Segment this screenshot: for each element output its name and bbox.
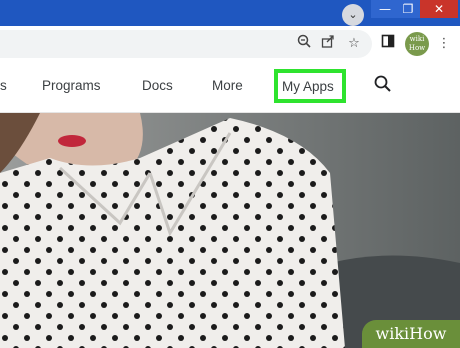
nav-item-programs[interactable]: Programs [42, 78, 101, 93]
bookmark-star-icon[interactable]: ☆ [344, 34, 364, 54]
browser-toolbar: ☆ wiki How ⋮ [0, 26, 460, 62]
profile-avatar[interactable]: wiki How [405, 32, 429, 56]
wikihow-watermark: wikiHow [362, 320, 460, 348]
close-button[interactable]: ✕ [420, 0, 458, 18]
nav-item-more[interactable]: More [212, 78, 243, 93]
address-bar[interactable] [0, 30, 372, 58]
share-icon[interactable] [318, 34, 338, 54]
nav-item-my-apps[interactable]: My Apps [282, 79, 334, 94]
hero-photo: wikiHow [0, 113, 460, 348]
kebab-menu-icon[interactable]: ⋮ [434, 34, 454, 54]
side-panel-icon[interactable] [378, 34, 398, 54]
tab-search-chevron-icon[interactable]: ⌄ [342, 4, 364, 26]
browser-titlebar: ⌄ — ❐ ✕ [0, 0, 460, 26]
search-icon[interactable] [373, 74, 393, 94]
my-apps-highlight[interactable]: My Apps [274, 69, 346, 103]
nav-item-docs[interactable]: Docs [142, 78, 173, 93]
zoom-icon[interactable] [294, 34, 314, 54]
maximize-button[interactable]: ❐ [394, 0, 422, 18]
nav-item-partial[interactable]: s [0, 78, 7, 93]
